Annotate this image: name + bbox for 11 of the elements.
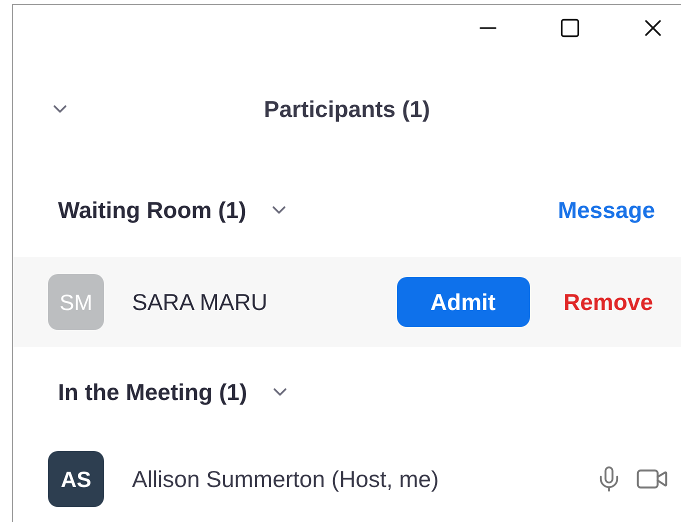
admit-button[interactable]: Admit — [396, 277, 530, 327]
remove-button[interactable]: Remove — [564, 284, 653, 320]
avatar: SM — [48, 274, 104, 330]
maximize-icon[interactable] — [559, 17, 581, 39]
participant-name: Allison Summerton (Host, me) — [132, 464, 440, 494]
avatar: AS — [48, 451, 104, 507]
window-title: Participants (1) — [264, 94, 430, 124]
participant-name: SARA MARU — [132, 288, 268, 317]
message-link[interactable]: Message — [558, 192, 655, 228]
section-heading: Waiting Room (1) — [58, 196, 246, 225]
section-heading: In the Meeting (1) — [58, 378, 248, 407]
